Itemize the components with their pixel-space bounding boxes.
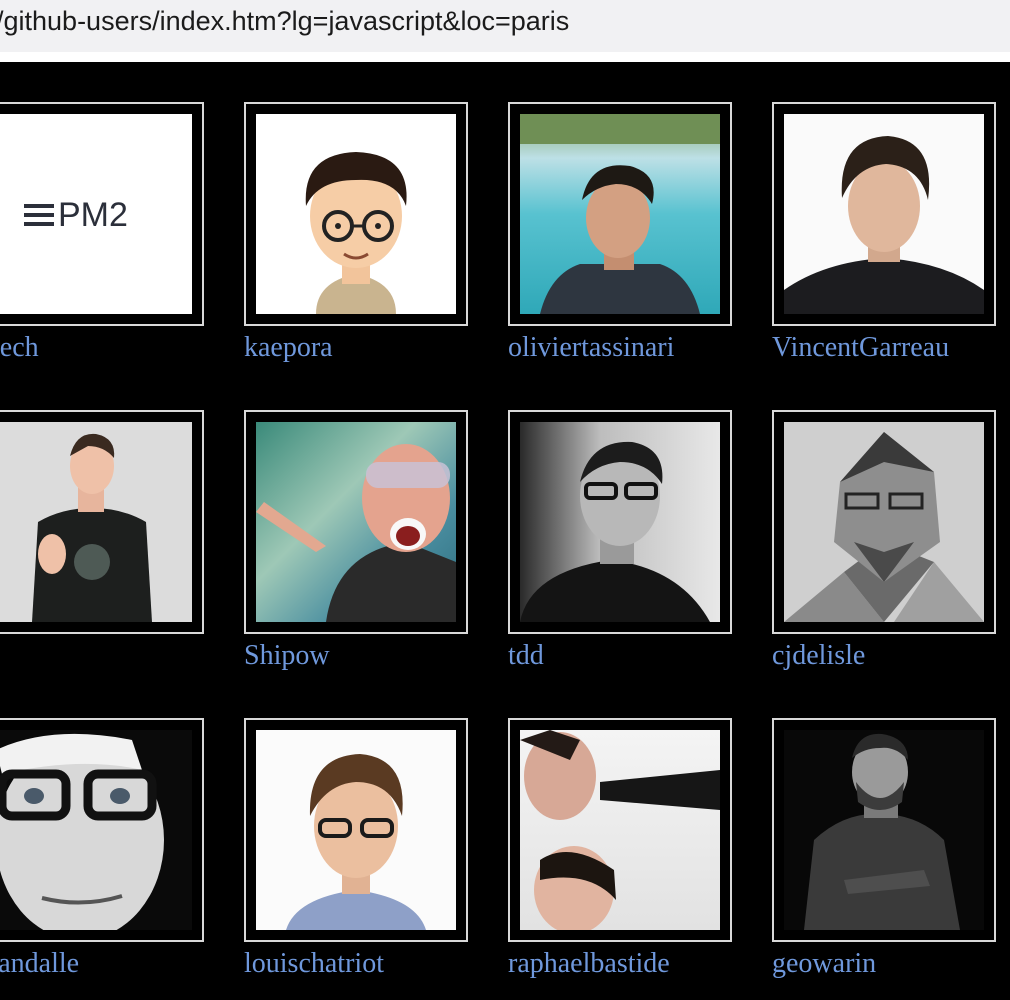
avatar-frame <box>244 718 468 942</box>
avatar-frame <box>772 410 996 634</box>
user-avatar[interactable]: PM2 <box>0 114 192 314</box>
user-avatar[interactable] <box>0 422 192 622</box>
username-link[interactable]: geowarin <box>772 948 876 980</box>
user-avatar[interactable] <box>0 730 192 930</box>
url-bar-divider <box>0 52 1010 62</box>
user-avatar[interactable] <box>520 114 720 314</box>
user-avatar[interactable] <box>784 422 984 622</box>
avatar-frame <box>508 102 732 326</box>
user-avatar[interactable] <box>256 730 456 930</box>
user-avatar[interactable] <box>256 114 456 314</box>
avatar-frame <box>772 102 996 326</box>
user-avatar[interactable] <box>520 422 720 622</box>
url-text[interactable]: /github-users/index.htm?lg=javascript&lo… <box>0 6 569 37</box>
avatar-frame <box>508 718 732 942</box>
avatar-frame <box>508 410 732 634</box>
username-link[interactable]: jaquandalle <box>0 948 79 980</box>
user-avatar[interactable] <box>256 422 456 622</box>
avatar-frame <box>244 102 468 326</box>
username-link[interactable]: cjdelisle <box>772 640 865 672</box>
avatar-frame <box>772 718 996 942</box>
avatar-frame: PM2 <box>0 102 204 326</box>
username-link[interactable]: Unitech <box>0 332 39 364</box>
user-avatar[interactable] <box>784 730 984 930</box>
username-link[interactable]: oliviertassinari <box>508 332 674 364</box>
avatar-frame <box>244 410 468 634</box>
user-avatar[interactable] <box>520 730 720 930</box>
svg-text:PM2: PM2 <box>58 196 128 234</box>
username-link[interactable]: VincentGarreau <box>772 332 949 364</box>
user-grid: PM2 Unitech <box>0 62 1010 1000</box>
username-link[interactable]: louischatriot <box>244 948 384 980</box>
username-link[interactable]: raphaelbastide <box>508 948 670 980</box>
browser-url-bar[interactable]: /github-users/index.htm?lg=javascript&lo… <box>0 0 1010 52</box>
username-link[interactable]: tdd <box>508 640 544 672</box>
username-link[interactable]: kaepora <box>244 332 333 364</box>
username-link[interactable]: Shipow <box>244 640 330 672</box>
user-avatar[interactable] <box>784 114 984 314</box>
avatar-frame <box>0 718 204 942</box>
avatar-frame <box>0 410 204 634</box>
